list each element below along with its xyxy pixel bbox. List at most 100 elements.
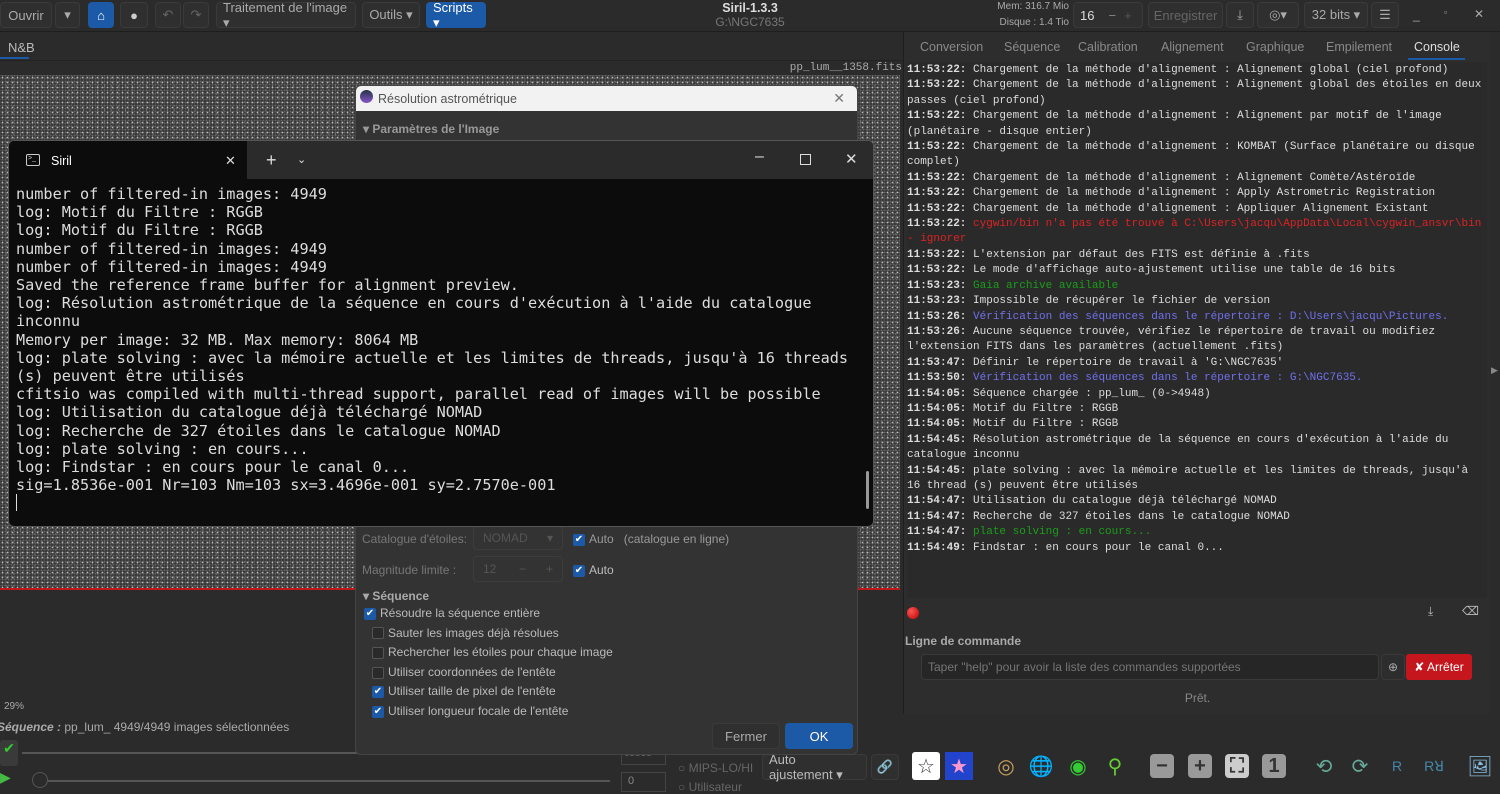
min-value-field[interactable]: 0 [621, 772, 666, 792]
rotate-right-icon[interactable]: ⟳ [1346, 752, 1374, 780]
mirror-horizontal-icon[interactable]: Rꓤ [1420, 752, 1448, 780]
plus-icon[interactable]: + [1124, 8, 1132, 23]
tab-calibration[interactable]: Calibration [1078, 40, 1138, 54]
checked-icon[interactable]: ✔ [372, 705, 384, 718]
ok-button[interactable]: OK [785, 723, 853, 749]
download-icon[interactable]: ⤓ [1226, 2, 1254, 28]
tools-menu[interactable]: Outils ▾ [362, 2, 420, 28]
unchecked-icon[interactable] [372, 627, 384, 640]
globe-icon[interactable]: 🌐 [1027, 752, 1055, 780]
section-label: Séquence [372, 589, 430, 603]
maximize-icon[interactable]: ▫ [1444, 7, 1447, 17]
tab-graph[interactable]: Graphique [1246, 40, 1304, 54]
image-processing-menu[interactable]: Traitement de l'image ▾ [216, 0, 356, 30]
user-radio[interactable]: ○ Utilisateur [678, 780, 742, 794]
console-line: 11:54:47: Utilisation du catalogue déjà … [907, 494, 1487, 509]
low-slider[interactable] [40, 780, 610, 782]
collapse-panel-icon[interactable]: ▶ [1491, 365, 1498, 376]
terminal-output[interactable]: number of filtered-in images: 4949 log: M… [9, 179, 873, 517]
save-log-icon[interactable]: ⤓ [1428, 604, 1433, 619]
image-params-section[interactable]: ▾ Paramètres de l'Image [363, 122, 499, 136]
undo-icon[interactable]: ↶ [155, 2, 181, 28]
terminal-minimize-icon[interactable]: – [755, 148, 764, 166]
tab-conversion[interactable]: Conversion [920, 40, 983, 54]
rotate-left-icon[interactable]: ⟲ [1310, 752, 1338, 780]
low-slider-handle[interactable] [32, 772, 48, 788]
target-icon[interactable]: ◉ [1064, 752, 1092, 780]
record-icon[interactable]: ● [120, 2, 148, 28]
sequence-option-checkbox[interactable]: ✔ Utiliser longueur focale de l'entête [372, 704, 568, 718]
hamburger-menu-icon[interactable]: ☰ [1371, 2, 1399, 28]
sequence-option-checkbox[interactable]: Rechercher les étoiles pour chaque image [372, 645, 613, 659]
log-message: Le mode d'affichage auto-ajustement util… [973, 264, 1396, 277]
command-input[interactable] [921, 654, 1379, 680]
home-icon[interactable]: ⌂ [88, 2, 114, 28]
color-triangle-icon[interactable]: ▶ [0, 769, 18, 788]
stretch-select[interactable]: Auto ajustement ▾ [762, 752, 867, 782]
checked-icon[interactable]: ✔ [372, 686, 384, 699]
galaxy-icon[interactable]: ◎ [992, 752, 1020, 780]
snapshot-icon[interactable]: ◎▾ [1257, 2, 1299, 28]
dialog-close-icon[interactable]: ✕ [833, 90, 845, 107]
star-outline-icon[interactable]: ☆ [912, 752, 940, 780]
minus-icon[interactable]: − [1108, 8, 1116, 23]
catalog-auto-checkbox[interactable]: ✔ Auto (catalogue en ligne) [573, 532, 729, 546]
magnitude-auto-checkbox[interactable]: ✔ Auto [573, 563, 614, 577]
sequence-label: Séquence : [0, 720, 62, 734]
recent-dropdown-button[interactable]: ▾ [55, 2, 80, 28]
stop-button[interactable]: ✘ Arrêter [1406, 654, 1472, 680]
sequence-option-checkbox[interactable]: ✔ Utiliser taille de pixel de l'entête [372, 684, 556, 698]
catalog-value: NOMAD [483, 531, 528, 545]
zoom-out-icon[interactable]: − [1150, 754, 1174, 778]
terminal-tab-title: Siril [51, 154, 72, 168]
mips-radio[interactable]: ○ MIPS-LO/HI [678, 761, 753, 775]
scripts-menu[interactable]: Scripts ▾ [426, 0, 486, 30]
tab-close-icon[interactable]: ✕ [225, 153, 236, 169]
log-message: cygwin/bin n'a pas été trouvé à C:\Users… [907, 218, 1482, 246]
completion-icon[interactable]: ⊕ [1381, 654, 1405, 680]
sequence-option-checkbox[interactable]: Utiliser coordonnées de l'entête [372, 665, 556, 679]
tab-bw[interactable]: N&B [8, 40, 35, 55]
console-line: 11:53:22: cygwin/bin n'a pas été trouvé … [907, 217, 1487, 248]
zoom-fit-icon[interactable]: ⛶ [1225, 754, 1249, 778]
close-button[interactable]: Fermer [712, 723, 780, 749]
link-icon[interactable]: 🔗 [871, 754, 899, 780]
tab-console[interactable]: Console [1414, 40, 1460, 54]
clear-log-icon[interactable]: ⌫ [1462, 604, 1479, 618]
sequence-option-checkbox[interactable]: Sauter les images déjà résolues [372, 626, 559, 640]
terminal-close-icon[interactable]: ✕ [845, 150, 858, 168]
checked-icon[interactable]: ✔ [364, 607, 376, 620]
star-color-icon[interactable]: ★ [945, 752, 973, 780]
star-profile-icon[interactable]: ⚲ [1101, 752, 1129, 780]
mirror-vertical-icon[interactable]: R [1383, 752, 1411, 780]
tab-sequence[interactable]: Séquence [1004, 40, 1060, 54]
redo-icon[interactable]: ↷ [183, 2, 209, 28]
bit-depth-select[interactable]: 32 bits ▾ [1304, 2, 1368, 28]
threads-stepper[interactable]: 16− + [1073, 2, 1143, 28]
open-button[interactable]: Ouvrir [0, 2, 52, 28]
save-button[interactable]: Enregistrer [1148, 2, 1223, 28]
unchecked-icon[interactable] [372, 666, 384, 679]
display-check-icon[interactable]: ✔ [0, 740, 18, 766]
close-icon[interactable]: ✕ [1474, 7, 1484, 21]
catalog-select[interactable]: NOMAD ▾ [473, 526, 563, 550]
tab-dropdown-icon[interactable]: ⌄ [297, 153, 306, 166]
terminal-tab[interactable]: >_ Siril ✕ [9, 141, 247, 179]
sequence-section[interactable]: ▾ Séquence [363, 589, 429, 603]
tab-stacking[interactable]: Empilement [1326, 40, 1392, 54]
terminal-line: log: Motif du Filtre : RGGB [16, 221, 263, 240]
tab-alignment[interactable]: Alignement [1161, 40, 1224, 54]
zoom-actual-icon[interactable]: 1 [1262, 754, 1286, 778]
terminal-scrollbar[interactable] [866, 471, 869, 509]
minimize-icon[interactable]: _ [1413, 8, 1420, 22]
sequence-option-checkbox[interactable]: ✔ Résoudre la séquence entière [364, 606, 540, 620]
console-log[interactable]: 11:53:22: Chargement de la méthode d'ali… [907, 62, 1487, 598]
magnitude-stepper[interactable]: 12− + [473, 556, 563, 582]
terminal-maximize-icon[interactable] [800, 154, 811, 165]
new-tab-icon[interactable]: + [266, 150, 277, 171]
zoom-in-icon[interactable]: + [1188, 754, 1212, 778]
image-stack-icon[interactable]: 🖼 [1466, 752, 1494, 780]
unchecked-icon[interactable] [372, 647, 384, 660]
console-line: 11:54:45: plate solving : avec la mémoir… [907, 464, 1487, 495]
tab-indicator [1408, 58, 1465, 60]
